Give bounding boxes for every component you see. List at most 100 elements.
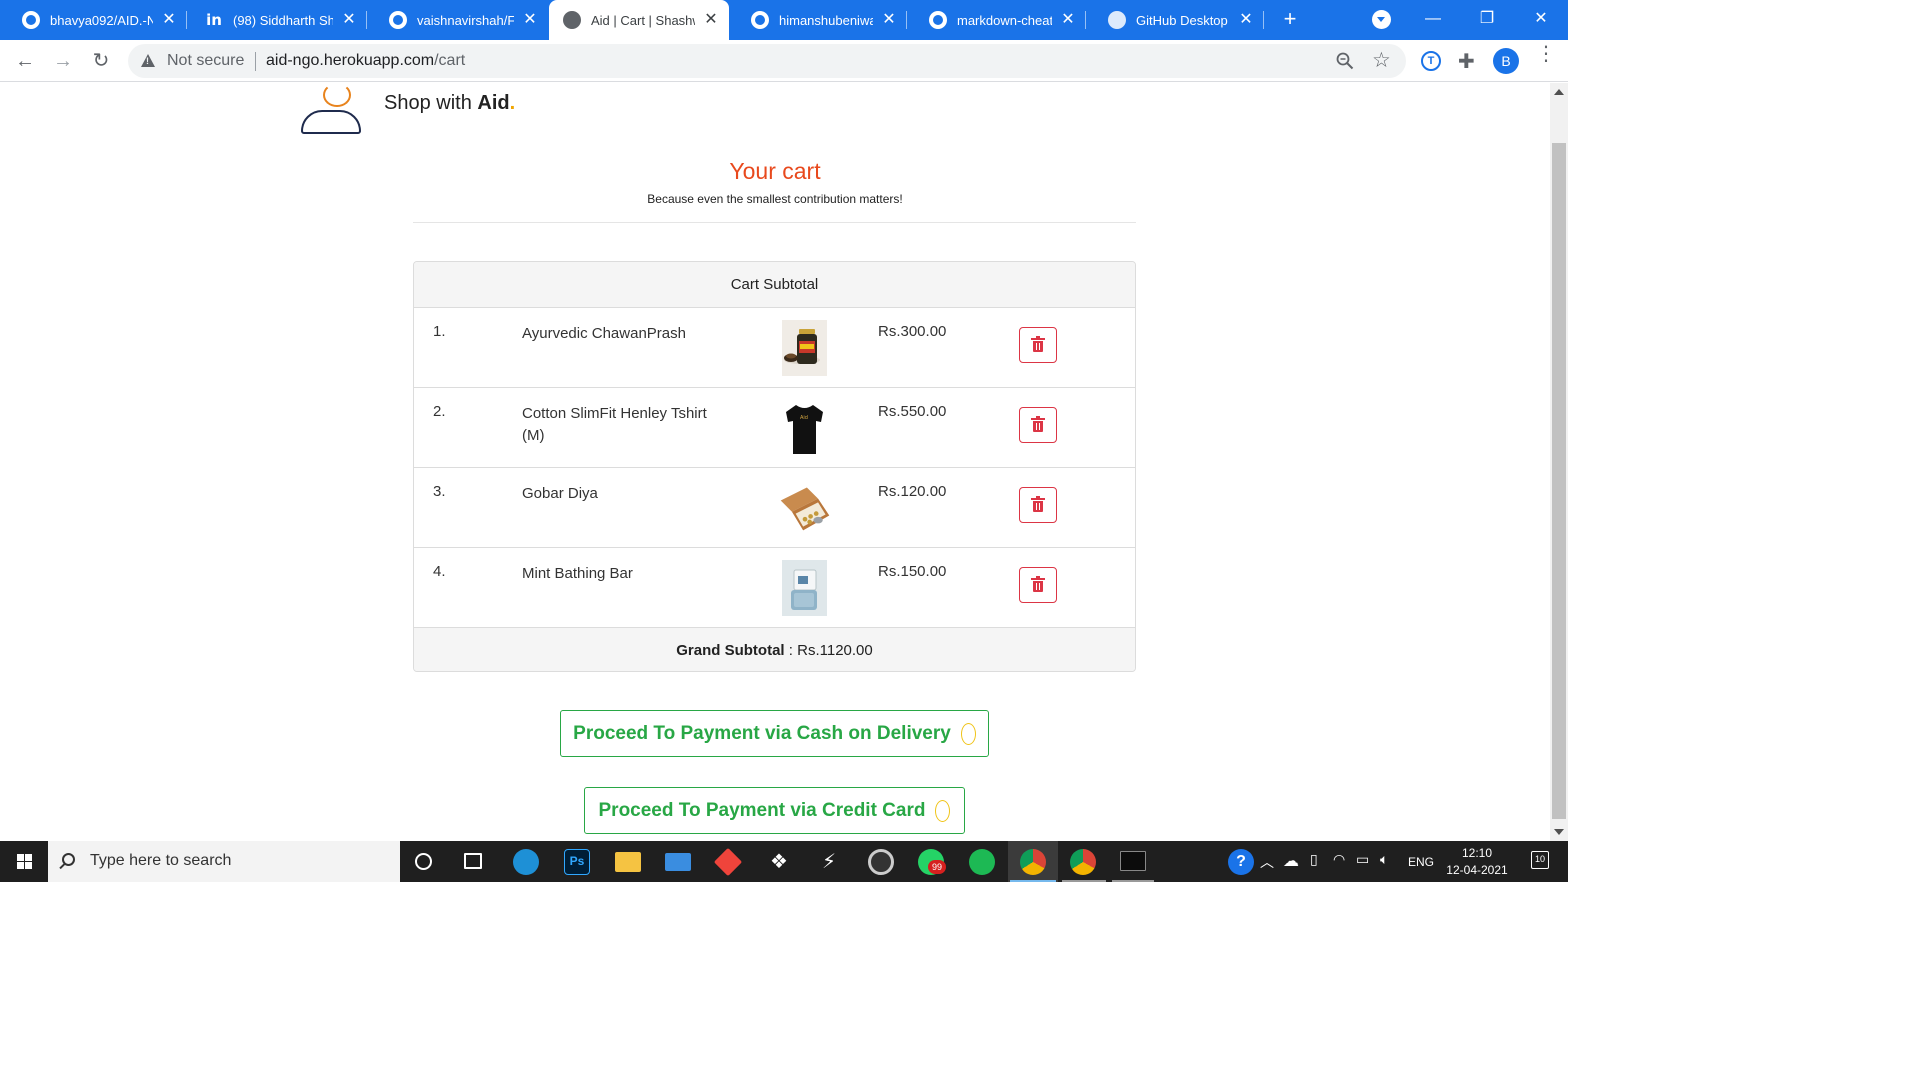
item-name: Cotton SlimFit Henley Tshirt (M) [522, 405, 707, 444]
item-index: 3. [433, 483, 446, 500]
globe-icon [563, 11, 581, 29]
reload-icon[interactable]: ↻ [88, 48, 114, 74]
delete-item-button[interactable] [1019, 327, 1057, 363]
zoom-icon[interactable] [1336, 52, 1354, 70]
item-price: Rs.120.00 [878, 483, 947, 500]
media-player-icon[interactable] [868, 849, 894, 875]
close-tab-icon[interactable]: ✕ [1238, 12, 1254, 28]
browser-tab[interactable]: himanshubeniwal/ ✕ [729, 0, 907, 40]
tab-title: vaishnavirshah/Fa [417, 12, 514, 28]
delete-item-button[interactable] [1019, 567, 1057, 603]
item-name: Ayurvedic ChawanPrash [522, 325, 686, 342]
system-clock[interactable]: 12:10 12-04-2021 [1437, 845, 1517, 879]
tab-search-icon[interactable] [1372, 10, 1391, 29]
file-explorer-icon[interactable] [615, 852, 641, 872]
cortana-icon[interactable] [415, 853, 432, 870]
trash-icon [1031, 416, 1045, 432]
warning-icon[interactable] [141, 54, 155, 67]
item-index: 4. [433, 563, 446, 580]
address-bar[interactable]: Not secure aid-ngo.herokuapp.com/cart ☆ [128, 44, 1406, 78]
pay-cod-label: Proceed To Payment via Cash on Delivery [573, 722, 951, 744]
page-title: Your cart [729, 158, 821, 184]
delete-item-button[interactable] [1019, 407, 1057, 443]
close-tab-icon[interactable]: ✕ [522, 12, 538, 28]
pay-credit-card-button[interactable]: Proceed To Payment via Credit Card [584, 787, 965, 834]
brand-logo[interactable]: Shop with Aid. [300, 83, 515, 135]
close-tab-icon[interactable]: ✕ [881, 12, 897, 28]
browser-tab-active[interactable]: Aid | Cart | Shashw ✕ [549, 0, 729, 40]
spotify-icon[interactable] [969, 849, 995, 875]
anydesk-icon[interactable] [713, 847, 743, 877]
bookmark-star-icon[interactable]: ☆ [1372, 48, 1391, 72]
close-tab-icon[interactable]: ✕ [341, 12, 357, 28]
item-price: Rs.150.00 [878, 563, 947, 580]
close-tab-icon[interactable]: ✕ [161, 12, 177, 28]
windows-start-icon[interactable] [0, 841, 48, 882]
cart-row: 2. Cotton SlimFit Henley Tshirt (M) Aid … [414, 388, 1135, 468]
terminal-icon[interactable] [1120, 851, 1146, 871]
grand-subtotal: Grand Subtotal : Rs.1120.00 [414, 628, 1135, 671]
battery-icon[interactable]: ▭ [1356, 851, 1369, 868]
task-view-icon[interactable] [464, 853, 482, 869]
forward-arrow-icon[interactable]: → [50, 48, 76, 74]
tab-title: markdown-cheats [957, 12, 1052, 28]
scroll-thumb[interactable] [1552, 143, 1566, 819]
close-tab-icon[interactable]: ✕ [1060, 12, 1076, 28]
black-tshirt-image: Aid [782, 400, 827, 456]
delete-item-button[interactable] [1019, 487, 1057, 523]
page-subtitle: Because even the smallest contribution m… [647, 192, 903, 206]
page-scrollbar[interactable] [1550, 83, 1568, 841]
item-index: 2. [433, 403, 446, 420]
page-viewport: Shop with Aid. Your cart Because even th… [0, 83, 1550, 841]
restore-icon[interactable]: ❐ [1460, 0, 1514, 40]
volume-icon[interactable]: 🔈︎ [1380, 851, 1388, 868]
security-label[interactable]: Not secure [167, 52, 244, 70]
pay-cash-on-delivery-button[interactable]: Proceed To Payment via Cash on Delivery [560, 710, 989, 757]
chrome-icon[interactable] [1070, 849, 1096, 875]
scroll-down-arrow-icon[interactable] [1554, 829, 1564, 835]
edge-icon[interactable] [513, 849, 539, 875]
taskbar-search-input[interactable]: Type here to search [48, 841, 400, 882]
browser-tab[interactable]: markdown-cheats ✕ [907, 0, 1086, 40]
url-text[interactable]: aid-ngo.herokuapp.com/cart [266, 52, 465, 70]
browser-tab[interactable]: in (98) Siddharth Sha ✕ [187, 0, 367, 40]
cart-row: 1. Ayurvedic ChawanPrash Rs.300.00 [414, 308, 1135, 388]
scroll-up-arrow-icon[interactable] [1554, 89, 1564, 95]
browser-tab[interactable]: vaishnavirshah/Fa ✕ [367, 0, 548, 40]
chrome-icon[interactable] [1020, 849, 1046, 875]
spinner-ring-icon [960, 722, 976, 745]
trash-icon [1031, 336, 1045, 352]
help-icon[interactable]: ? [1228, 849, 1254, 875]
profile-avatar[interactable]: B [1493, 48, 1519, 74]
bolt-app-icon[interactable]: ⚡ [816, 849, 842, 875]
whatsapp-badge: 99 [928, 860, 946, 874]
onedrive-icon[interactable]: ☁ [1283, 851, 1299, 871]
extension-t-icon[interactable]: T [1421, 51, 1441, 71]
mail-icon[interactable] [665, 853, 691, 871]
url-path: /cart [434, 52, 466, 69]
search-icon [62, 853, 75, 866]
grand-subtotal-label: Grand Subtotal [676, 642, 785, 659]
url-host: aid-ngo.herokuapp.com [266, 52, 435, 69]
device-icon[interactable]: ▯ [1310, 851, 1318, 868]
language-indicator[interactable]: ENG [1408, 855, 1434, 869]
dropbox-icon[interactable]: ❖ [766, 849, 792, 875]
clock-date: 12-04-2021 [1446, 863, 1508, 877]
close-window-icon[interactable]: ✕ [1514, 0, 1568, 40]
minimize-icon[interactable]: — [1406, 0, 1460, 40]
photoshop-icon[interactable]: Ps [564, 849, 590, 875]
notifications-icon[interactable]: 10 [1531, 851, 1549, 869]
browser-tab[interactable]: bhavya092/AID.-N ✕ [0, 0, 187, 40]
chevron-up-icon[interactable]: ︿ [1260, 852, 1274, 872]
close-tab-icon[interactable]: ✕ [703, 12, 719, 28]
item-index: 1. [433, 323, 446, 340]
cart-table-header: Cart Subtotal [414, 262, 1135, 308]
wifi-icon[interactable]: ◠ [1333, 851, 1345, 868]
more-menu-icon[interactable]: ⋮ [1536, 44, 1556, 64]
svg-text:Aid: Aid [800, 415, 808, 421]
back-arrow-icon[interactable]: ← [12, 48, 38, 74]
new-tab-plus-icon[interactable]: + [1278, 8, 1302, 32]
extensions-puzzle-icon[interactable]: ✚ [1458, 49, 1475, 74]
github-icon [929, 11, 947, 29]
browser-tab[interactable]: GitHub Desktop | ✕ [1086, 0, 1264, 40]
